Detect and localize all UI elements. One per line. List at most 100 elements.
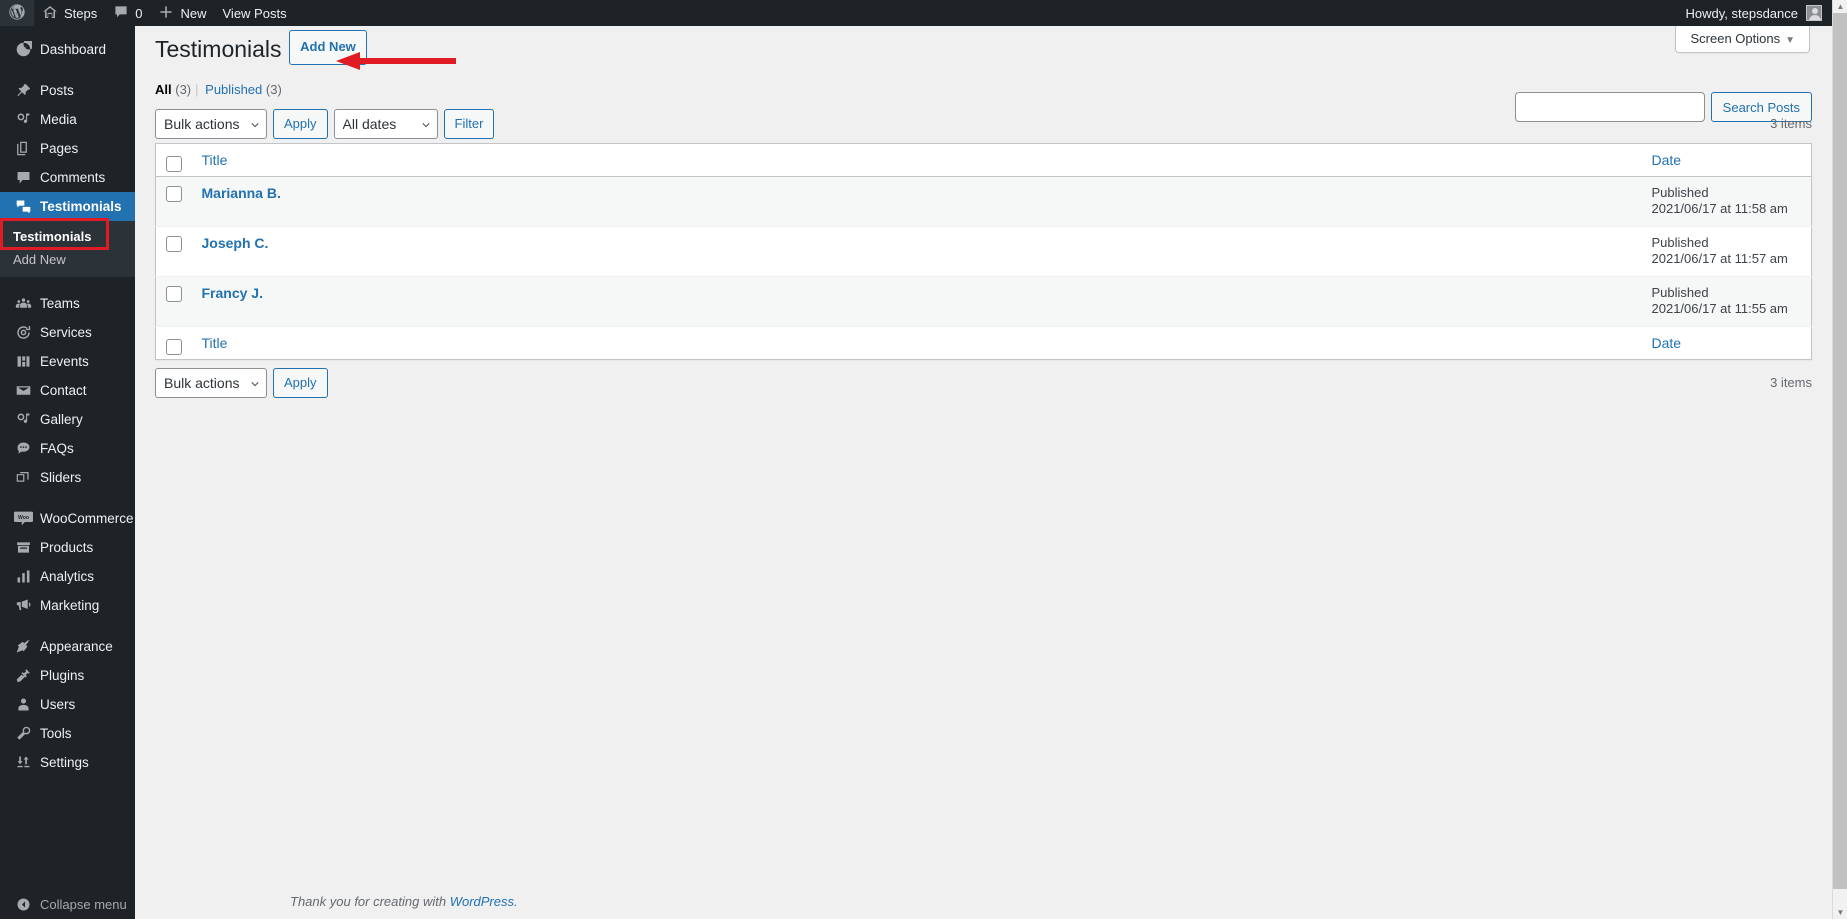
row-status: Published [1651,284,1709,300]
howdy-label: Howdy, stepsdance [1685,5,1799,21]
new-content-label: New [180,5,207,21]
sidebar-item-posts[interactable]: Posts [0,76,135,105]
sidebar-item-products[interactable]: Products [0,533,135,562]
sidebar-item-label: Teams [40,296,80,311]
user-avatar-icon [1806,5,1822,21]
admin-sidebar-menu: Dashboard Posts Media Pages Comments Tes… [0,26,143,919]
scroll-down-arrow-icon[interactable]: ▼ [1833,906,1847,919]
collapse-arrow-icon [12,897,34,912]
sidebar-item-analytics[interactable]: Analytics [0,562,135,591]
sort-by-title-link[interactable]: Title [202,152,228,168]
wp-logo-menu-item[interactable] [0,0,34,26]
wpbody: Testimonials Add New Search Posts All (3… [135,26,1832,398]
view-posts-menu-item[interactable]: View Posts [215,0,295,26]
select-all-checkbox-top[interactable] [166,156,182,173]
new-content-menu-item[interactable]: New [150,0,214,26]
sidebar-item-services[interactable]: Services [0,318,135,347]
apply-bottom-button[interactable]: Apply [273,367,328,398]
row-title-link[interactable]: Joseph C. [202,235,269,251]
menu-separator [0,492,135,504]
select-all-header [155,143,192,177]
row-checkbox[interactable] [166,185,182,202]
row-select-cell [156,176,192,226]
sort-by-date-link-bottom[interactable]: Date [1652,335,1682,351]
sidebar-item-plugins[interactable]: Plugins [0,661,135,690]
svg-text:Woo: Woo [17,515,28,521]
services-icon [12,324,34,341]
sidebar-item-comments[interactable]: Comments [0,163,135,192]
events-icon [12,353,34,370]
sidebar-item-label: Contact [40,383,87,398]
scrollbar-thumb[interactable] [1833,13,1847,889]
select-all-checkbox-bottom[interactable] [166,339,182,356]
wordpress-link[interactable]: WordPress [450,894,514,909]
sort-by-date-link[interactable]: Date [1652,152,1682,168]
comment-bubble-icon [12,169,34,186]
view-published-link[interactable]: Published [205,82,262,97]
column-footer-title: Title [191,326,1642,360]
comments-menu-item[interactable]: 0 [105,0,150,26]
row-date-cell: Published 2021/06/17 at 11:55 am [1642,276,1812,326]
date-filter-wrap: All dates [333,108,438,139]
view-published: Published (3) [205,77,282,103]
sidebar-item-woocommerce[interactable]: Woo WooCommerce [0,504,135,533]
submenu-item-add-new[interactable]: Add New [0,248,135,271]
sidebar-item-faqs[interactable]: FAQs [0,434,135,463]
woocommerce-icon: Woo [12,510,34,527]
row-title-link[interactable]: Francy J. [202,285,263,301]
sort-by-title-link-bottom[interactable]: Title [202,335,228,351]
sidebar-item-sliders[interactable]: Sliders [0,463,135,492]
teams-icon [12,295,34,312]
dashboard-icon [12,41,34,58]
screen-options-button[interactable]: Screen Options ▼ [1675,26,1810,53]
sidebar-item-pages[interactable]: Pages [0,134,135,163]
my-account-menu-item[interactable]: Howdy, stepsdance [1678,0,1833,26]
sidebar-item-settings[interactable]: Settings [0,748,135,777]
sidebar-item-dashboard[interactable]: Dashboard [0,35,135,64]
sidebar-item-teams[interactable]: Teams [0,289,135,318]
row-datetime: 2021/06/17 at 11:55 am [1651,301,1788,317]
sidebar-item-media[interactable]: Media [0,105,135,134]
collapse-menu-label: Collapse menu [40,896,127,912]
apply-top-button[interactable]: Apply [273,108,328,139]
view-all-count: (3) [175,81,192,97]
table-row: Joseph C. Published 2021/06/17 at 11:57 … [155,226,1812,277]
add-new-button[interactable]: Add New [289,29,367,65]
row-checkbox[interactable] [166,285,182,302]
site-name-menu-item[interactable]: Steps [34,0,105,26]
view-all-link[interactable]: All [155,82,172,97]
sidebar-item-gallery[interactable]: Gallery [0,405,135,434]
products-icon [12,539,34,556]
submenu-item-testimonials[interactable]: Testimonials [0,225,135,248]
bulk-actions-top-select[interactable]: Bulk actions [155,108,267,139]
row-title-link[interactable]: Marianna B. [202,185,281,201]
bulk-actions-top-wrap: Bulk actions [155,108,267,139]
displaying-num-top: 3 items [1770,115,1812,131]
sidebar-item-testimonials[interactable]: Testimonials [0,192,143,221]
sidebar-item-users[interactable]: Users [0,690,135,719]
page-scrollbar[interactable]: ▲ ▼ [1832,0,1847,919]
media-icon [12,111,34,128]
sidebar-item-contact[interactable]: Contact [0,376,135,405]
sidebar-item-label: Users [40,697,76,712]
scroll-up-arrow-icon[interactable]: ▲ [1833,0,1847,13]
column-footer-date: Date [1641,326,1812,360]
filter-button[interactable]: Filter [443,108,495,139]
select-all-footer [155,326,192,360]
view-all: All (3) | [155,77,202,103]
row-checkbox[interactable] [166,235,182,252]
sidebar-item-tools[interactable]: Tools [0,719,135,748]
sidebar-item-marketing[interactable]: Marketing [0,591,135,620]
date-filter-select[interactable]: All dates [333,108,438,139]
analytics-bars-icon [12,568,34,585]
collapse-menu-button[interactable]: Collapse menu [0,891,135,917]
testimonials-table: Title Date Marianna B. Published 2021/06… [155,142,1812,360]
sidebar-item-eevents[interactable]: Eevents [0,347,135,376]
menu-separator [0,620,135,632]
row-status: Published [1651,184,1709,200]
bulk-actions-bottom-select[interactable]: Bulk actions [155,367,267,398]
row-datetime: 2021/06/17 at 11:57 am [1651,251,1788,267]
sidebar-item-label: Sliders [40,470,82,485]
sidebar-item-appearance[interactable]: Appearance [0,632,135,661]
sidebar-item-label: Services [40,325,92,340]
